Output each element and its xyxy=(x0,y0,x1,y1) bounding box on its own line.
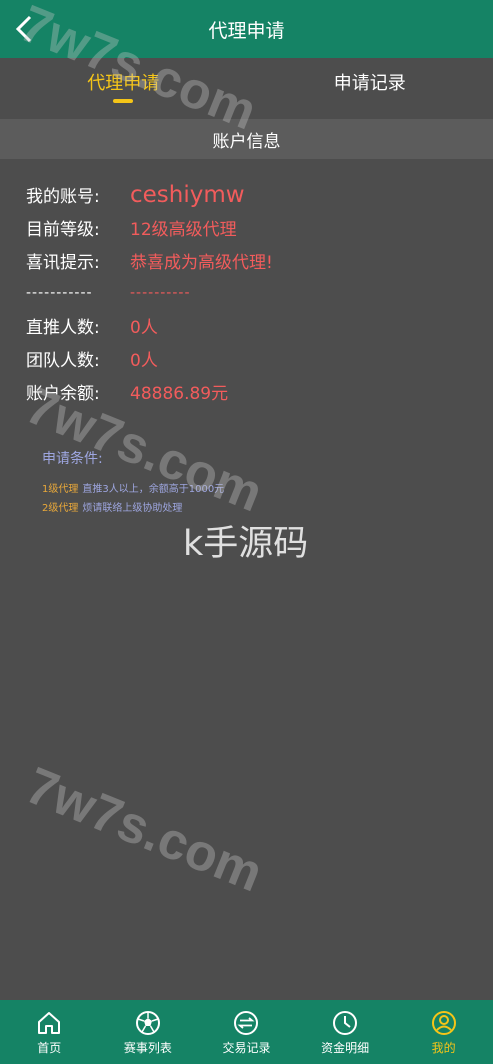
nav-label: 交易记录 xyxy=(222,1040,271,1055)
clock-icon xyxy=(333,1010,358,1035)
nav-home[interactable]: 首页 xyxy=(0,1000,99,1064)
condition-level: 2级代理 xyxy=(42,503,79,514)
level-value: 12级高级代理 xyxy=(130,220,237,240)
watermark: 7w7s.com xyxy=(18,756,271,904)
direct-count: 0人 xyxy=(130,318,158,338)
tab-apply-records[interactable]: 申请记录 xyxy=(247,58,493,106)
condition-level: 1级代理 xyxy=(42,484,79,495)
nav-label: 赛事列表 xyxy=(123,1040,172,1055)
divider-left: ----------- xyxy=(26,285,93,301)
condition-desc: 直推3人以上，余额高于1000元 xyxy=(82,484,225,495)
info-row-direct: 直推人数: 0人 xyxy=(26,309,466,342)
home-icon xyxy=(38,1011,61,1034)
nav-matches[interactable]: 赛事列表 xyxy=(99,1000,198,1064)
info-label: 我的账号: xyxy=(26,187,100,207)
app-header: 代理申请 xyxy=(0,0,493,58)
info-label: 目前等级: xyxy=(26,220,100,240)
info-row-account: 我的账号: ceshiymw xyxy=(26,178,466,211)
account-info: 我的账号: ceshiymw 目前等级: 12级高级代理 喜讯提示: 恭喜成为高… xyxy=(26,178,466,408)
nav-funds[interactable]: 资金明细 xyxy=(296,1000,395,1064)
watermark-text: k手源码 xyxy=(183,524,309,564)
tab-label: 申请记录 xyxy=(333,73,406,94)
conditions-title: 申请条件: xyxy=(42,451,103,467)
info-label: 团队人数: xyxy=(26,351,100,371)
section-title: 账户信息 xyxy=(212,131,281,152)
page-title: 代理申请 xyxy=(208,19,285,42)
active-tab-indicator xyxy=(113,99,134,103)
nav-label: 资金明细 xyxy=(321,1040,370,1055)
user-icon xyxy=(431,1010,456,1035)
info-row-team: 团队人数: 0人 xyxy=(26,342,466,375)
apply-conditions: 申请条件: 1级代理 直推3人以上，余额高于1000元 2级代理 烦请联络上级协助处… xyxy=(42,448,224,518)
condition-desc: 烦请联络上级协助处理 xyxy=(82,503,183,514)
soccer-ball-icon xyxy=(135,1010,160,1035)
info-label: 账户余额: xyxy=(26,384,100,404)
tab-label: 代理申请 xyxy=(87,73,160,94)
nav-mine[interactable]: 我的 xyxy=(394,1000,493,1064)
condition-line: 1级代理 直推3人以上，余额高于1000元 xyxy=(42,480,224,499)
account-name: ceshiymw xyxy=(130,181,245,208)
exchange-icon xyxy=(234,1010,259,1035)
back-arrow-icon[interactable] xyxy=(12,14,40,44)
bottom-nav: 首页 赛事列表 交易记录 资金明细 我的 xyxy=(0,1000,493,1064)
info-row-level: 目前等级: 12级高级代理 xyxy=(26,211,466,244)
nav-label: 我的 xyxy=(431,1040,456,1055)
news-value: 恭喜成为高级代理! xyxy=(130,253,273,273)
team-count: 0人 xyxy=(130,351,158,371)
nav-label: 首页 xyxy=(37,1040,62,1055)
tab-agent-apply[interactable]: 代理申请 xyxy=(0,58,247,106)
info-row-news: 喜讯提示: 恭喜成为高级代理! xyxy=(26,244,466,277)
tab-bar: 代理申请 申请记录 xyxy=(0,58,493,106)
dashed-divider: ----------- ---------- xyxy=(26,277,466,309)
divider-right: ---------- xyxy=(130,285,191,301)
section-header: 账户信息 xyxy=(0,119,493,159)
balance-value: 48886.89元 xyxy=(130,384,229,404)
nav-transactions[interactable]: 交易记录 xyxy=(197,1000,296,1064)
info-label: 喜讯提示: xyxy=(26,253,100,273)
info-label: 直推人数: xyxy=(26,318,100,338)
info-row-balance: 账户余额: 48886.89元 xyxy=(26,375,466,408)
